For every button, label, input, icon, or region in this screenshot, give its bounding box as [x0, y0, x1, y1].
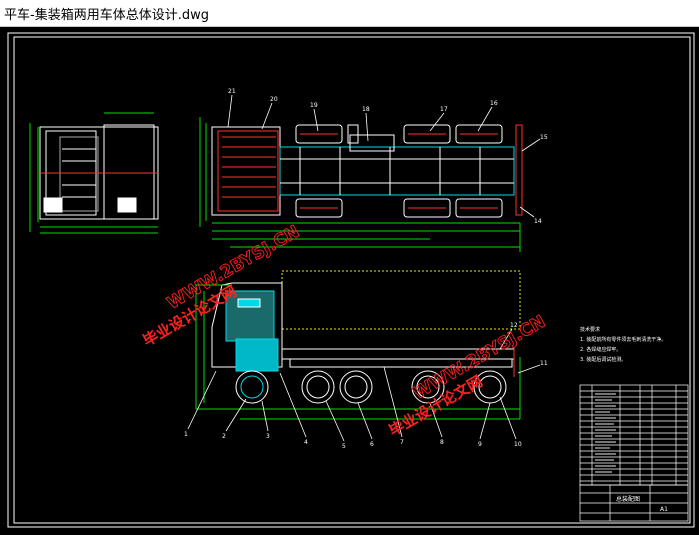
callout-14: 14: [534, 218, 542, 225]
title-block-drawing-no: A1: [660, 506, 668, 513]
callout-1: 1: [184, 431, 188, 438]
window-title: 平车-集装箱两用车体总体设计.dwg: [4, 8, 209, 23]
notes-line-2: 2. 各焊缝应焊牢。: [580, 346, 621, 353]
inner-frame: [13, 36, 691, 524]
callout-10: 10: [514, 441, 522, 448]
front-view: [29, 112, 159, 234]
notes-heading: 技术要求: [580, 326, 600, 333]
notes-line-3: 3. 装配后调试检测。: [580, 356, 626, 363]
callout-3: 3: [266, 433, 270, 440]
callout-16: 16: [490, 100, 498, 107]
window-titlebar: 平车-集装箱两用车体总体设计.dwg: [0, 0, 699, 27]
title-block: [579, 484, 689, 522]
top-view: [199, 117, 523, 252]
callout-18: 18: [362, 106, 370, 113]
title-block-name: 总装配图: [616, 495, 640, 503]
callout-19: 19: [310, 102, 318, 109]
callout-2: 2: [222, 433, 226, 440]
notes-line-1: 1. 装配前所有零件须去毛刺清洗干净。: [580, 336, 666, 343]
outer-frame: [7, 32, 695, 528]
callout-21: 21: [228, 88, 236, 95]
callout-11: 11: [540, 360, 548, 367]
callout-5: 5: [342, 443, 346, 450]
callout-9: 9: [478, 441, 482, 448]
watermark-1: 毕业设计论文网 WWW.2BYSJ.CN: [140, 221, 304, 350]
callout-17: 17: [440, 106, 448, 113]
watermark-2: 毕业设计论文网 WWW.2BYSJ.CN: [386, 311, 550, 440]
callout-4: 4: [304, 439, 308, 446]
callout-7: 7: [400, 439, 404, 446]
callout-20: 20: [270, 96, 278, 103]
callout-15: 15: [540, 134, 548, 141]
drawing-canvas[interactable]: 21 20 19 18 17 16 15 14 1 2 3 4 5 6 7 8 …: [0, 27, 699, 531]
callout-6: 6: [370, 441, 374, 448]
side-view: [195, 270, 521, 420]
technical-notes: 技术要求 1. 装配前所有零件须去毛刺清洗干净。 2. 各焊缝应焊牢。 3. 装…: [580, 326, 666, 363]
callout-8: 8: [440, 439, 444, 446]
